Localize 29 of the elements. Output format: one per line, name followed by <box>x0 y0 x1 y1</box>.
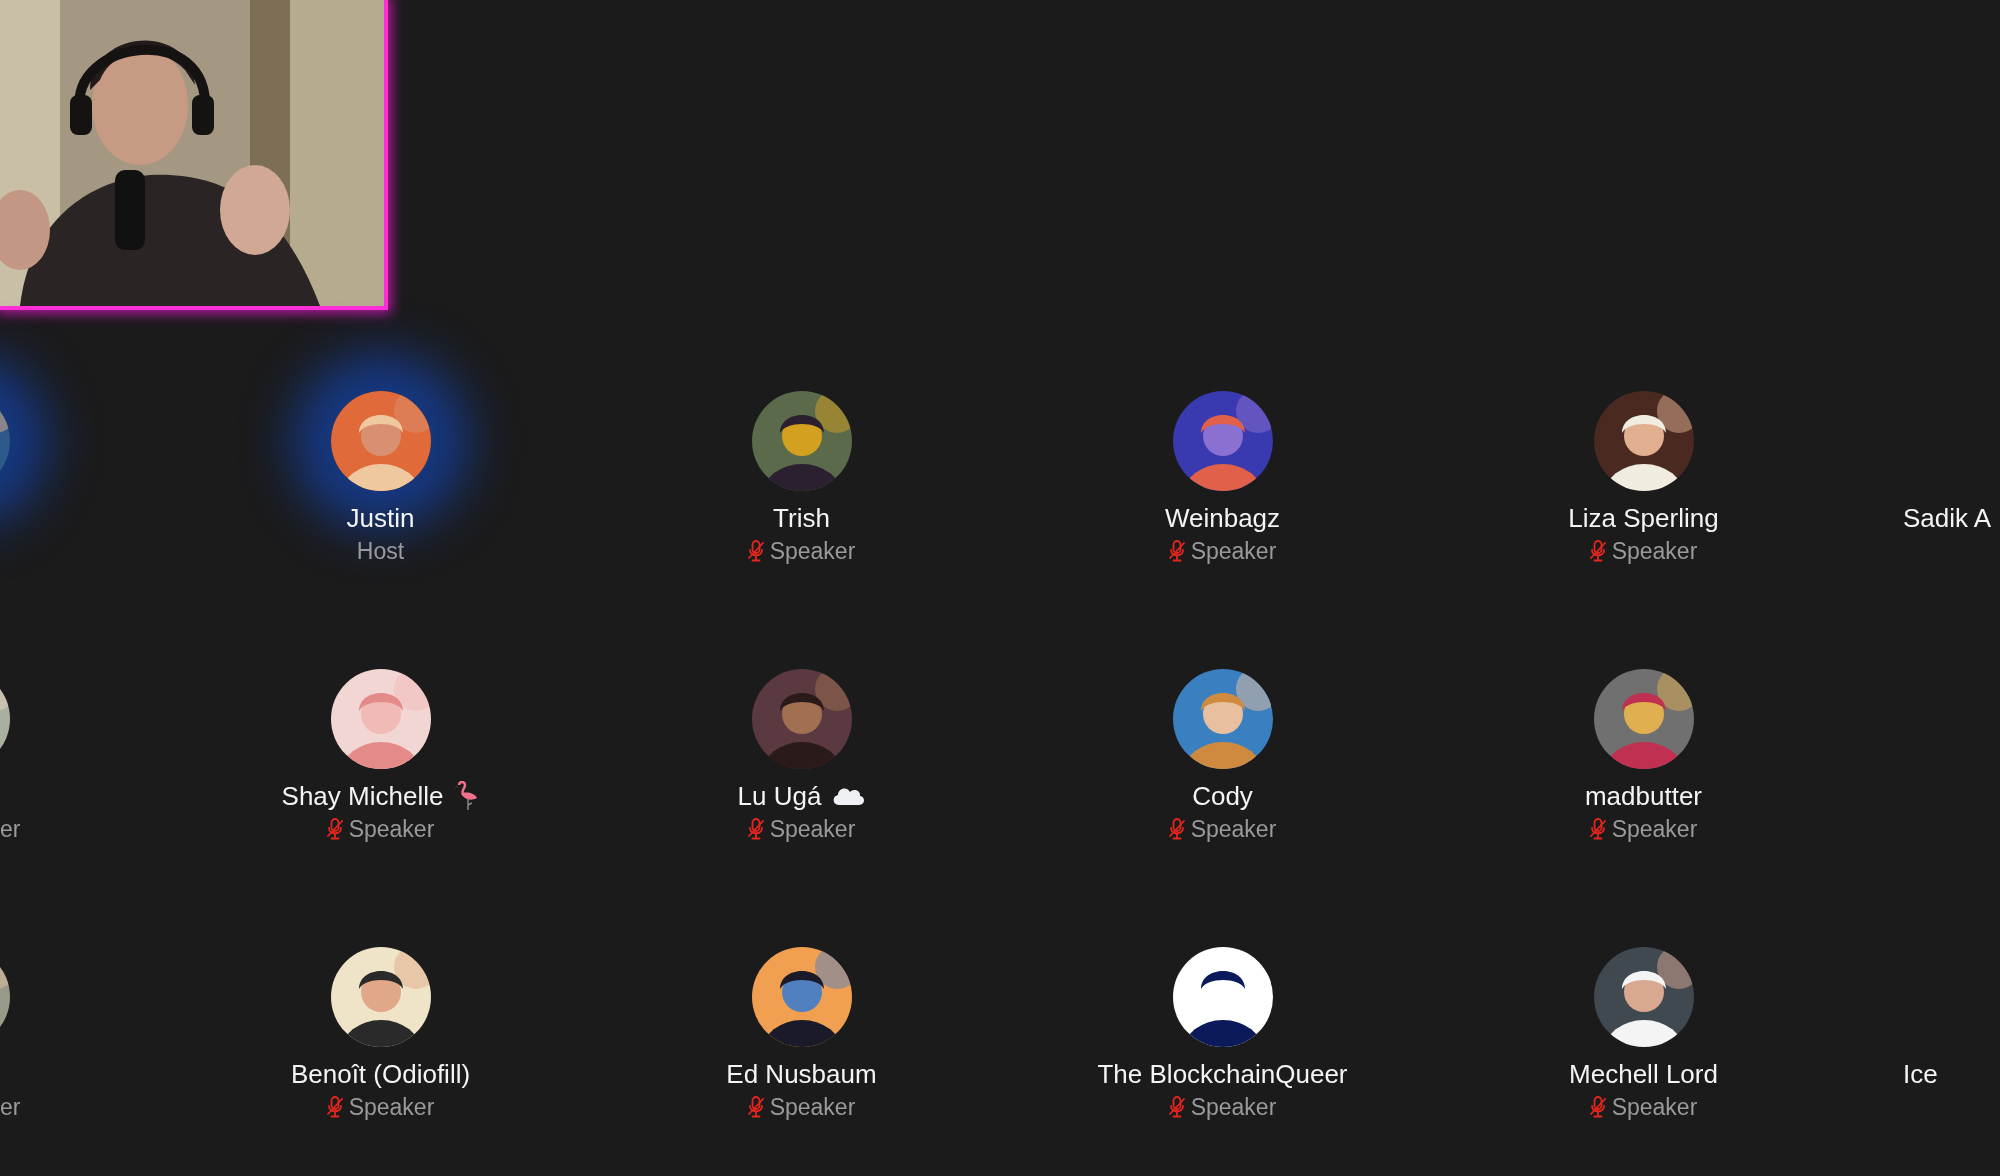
participant-role: Speaker <box>769 537 856 566</box>
participant-name: Lu Ugá <box>737 780 822 813</box>
flamingo-icon <box>453 781 480 811</box>
participant-role: Speaker <box>769 815 856 844</box>
participant-role: Speaker <box>1190 815 1277 844</box>
participant-name: The BlockchainQueer <box>1097 1058 1348 1091</box>
participant-role: Speaker <box>348 1093 435 1122</box>
participant-role: Speaker <box>1611 815 1698 844</box>
participant-name: Cody <box>1192 780 1253 813</box>
participant-role: Speaker <box>1611 1093 1698 1122</box>
participant-role: Speaker <box>1190 537 1277 566</box>
participant-role: Host <box>356 537 405 566</box>
participant-name: Sadik A <box>1903 502 1992 535</box>
participant-name: Weinbagz <box>1164 502 1281 535</box>
participant-role: Speaker <box>769 1093 856 1122</box>
participant-name: Shay Michelle <box>281 780 444 813</box>
participant-name: Trish <box>773 502 830 535</box>
participant-role: Speaker <box>1190 1093 1277 1122</box>
participant-name: Ice <box>1903 1058 1938 1091</box>
participant-name: Justin <box>346 502 415 535</box>
participant-name: Ed Nusbaum <box>726 1058 877 1091</box>
participant-name: Mechell Lord <box>1569 1058 1718 1091</box>
participant-role: Speaker <box>1611 537 1698 566</box>
participant-role: er <box>0 815 21 844</box>
participant-name: madbutter <box>1584 780 1703 813</box>
participant-role: Speaker <box>348 815 435 844</box>
participant-role: er <box>0 1093 21 1122</box>
participant-name: Benoît (Odiofill) <box>290 1058 471 1091</box>
participant-name: Liza Sperling <box>1568 502 1719 535</box>
